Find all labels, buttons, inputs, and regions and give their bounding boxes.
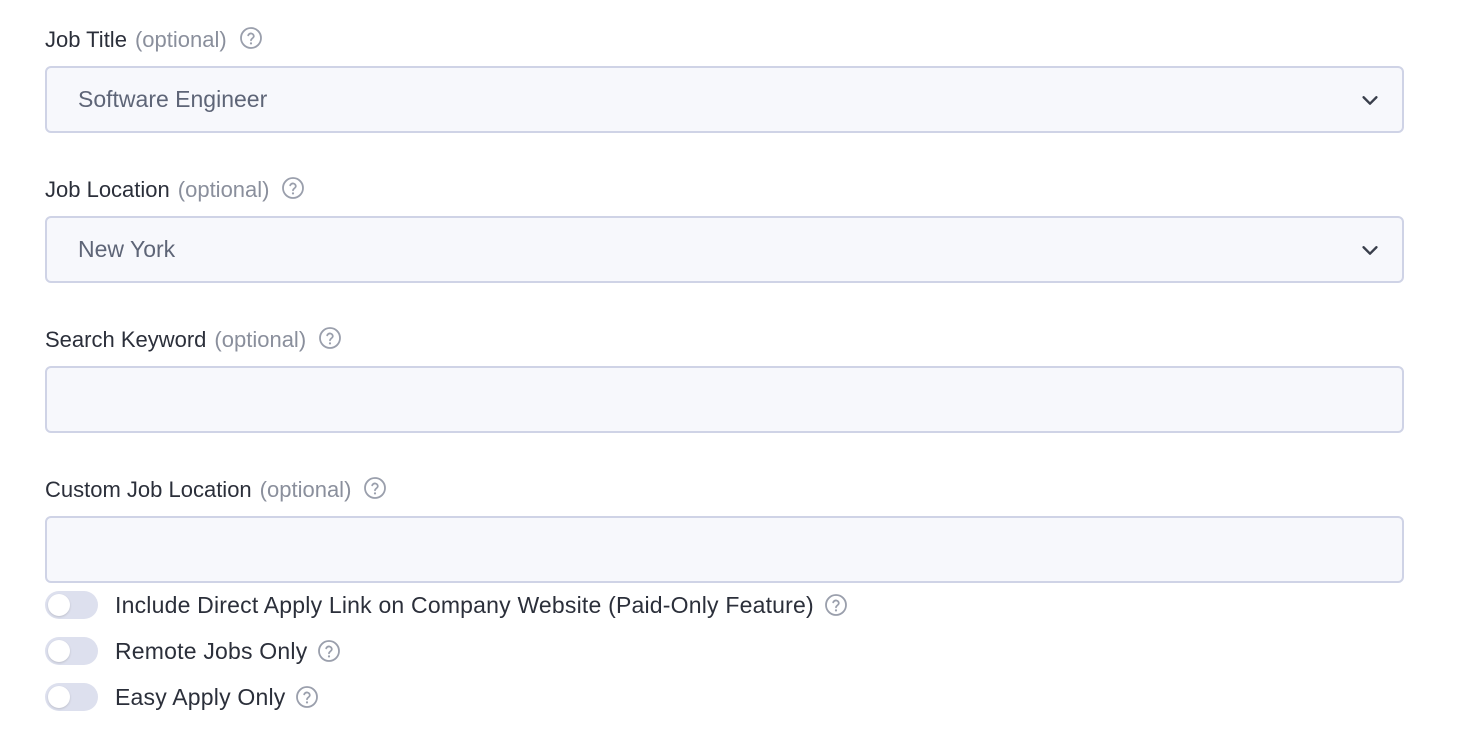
job-title-label: Job Title bbox=[45, 27, 127, 52]
help-icon[interactable] bbox=[281, 176, 305, 200]
toggle-row-direct-apply: Include Direct Apply Link on Company Web… bbox=[45, 588, 848, 622]
search-keyword-field: Search Keyword (optional) bbox=[45, 324, 1404, 433]
job-location-label-row: Job Location (optional) bbox=[45, 174, 1404, 206]
search-keyword-input-wrapper bbox=[45, 366, 1404, 433]
job-title-field: Job Title (optional) Software Engineer bbox=[45, 24, 1404, 133]
help-icon[interactable] bbox=[317, 639, 341, 663]
custom-job-location-label: Custom Job Location bbox=[45, 477, 252, 502]
job-location-field: Job Location (optional) New York bbox=[45, 174, 1404, 283]
job-location-label: Job Location bbox=[45, 177, 170, 202]
optional-hint: (optional) bbox=[259, 477, 352, 502]
chevron-down-icon bbox=[1358, 238, 1382, 262]
help-icon[interactable] bbox=[824, 593, 848, 617]
direct-apply-toggle[interactable] bbox=[45, 591, 98, 619]
help-icon[interactable] bbox=[318, 326, 342, 350]
help-icon[interactable] bbox=[295, 685, 319, 709]
toggle-knob bbox=[48, 594, 70, 616]
remote-jobs-toggle-label: Remote Jobs Only bbox=[115, 637, 308, 664]
optional-hint: (optional) bbox=[177, 177, 270, 202]
custom-job-location-input[interactable] bbox=[78, 536, 1382, 563]
easy-apply-toggle[interactable] bbox=[45, 683, 98, 711]
optional-hint: (optional) bbox=[214, 327, 307, 352]
direct-apply-toggle-label: Include Direct Apply Link on Company Web… bbox=[115, 591, 814, 618]
toggle-row-easy-apply: Easy Apply Only bbox=[45, 680, 848, 714]
search-keyword-label: Search Keyword bbox=[45, 327, 207, 352]
help-icon[interactable] bbox=[239, 26, 263, 50]
custom-job-location-label-row: Custom Job Location (optional) bbox=[45, 474, 1404, 506]
search-keyword-input[interactable] bbox=[78, 386, 1382, 413]
easy-apply-toggle-label: Easy Apply Only bbox=[115, 683, 286, 710]
job-search-form: Job Title (optional) Software Engineer J… bbox=[45, 24, 1404, 583]
help-icon[interactable] bbox=[363, 476, 387, 500]
job-title-selected-value: Software Engineer bbox=[78, 86, 268, 112]
remote-jobs-toggle[interactable] bbox=[45, 637, 98, 665]
job-title-select[interactable]: Software Engineer bbox=[45, 66, 1404, 133]
chevron-down-icon bbox=[1358, 88, 1382, 112]
job-location-selected-value: New York bbox=[78, 236, 176, 262]
job-title-label-row: Job Title (optional) bbox=[45, 24, 1404, 56]
job-location-select[interactable]: New York bbox=[45, 216, 1404, 283]
toggle-knob bbox=[48, 686, 70, 708]
toggle-row-remote-jobs: Remote Jobs Only bbox=[45, 634, 848, 668]
search-keyword-label-row: Search Keyword (optional) bbox=[45, 324, 1404, 356]
optional-hint: (optional) bbox=[134, 27, 227, 52]
toggle-options: Include Direct Apply Link on Company Web… bbox=[45, 588, 848, 726]
custom-job-location-field: Custom Job Location (optional) bbox=[45, 474, 1404, 583]
toggle-knob bbox=[48, 640, 70, 662]
custom-job-location-input-wrapper bbox=[45, 516, 1404, 583]
